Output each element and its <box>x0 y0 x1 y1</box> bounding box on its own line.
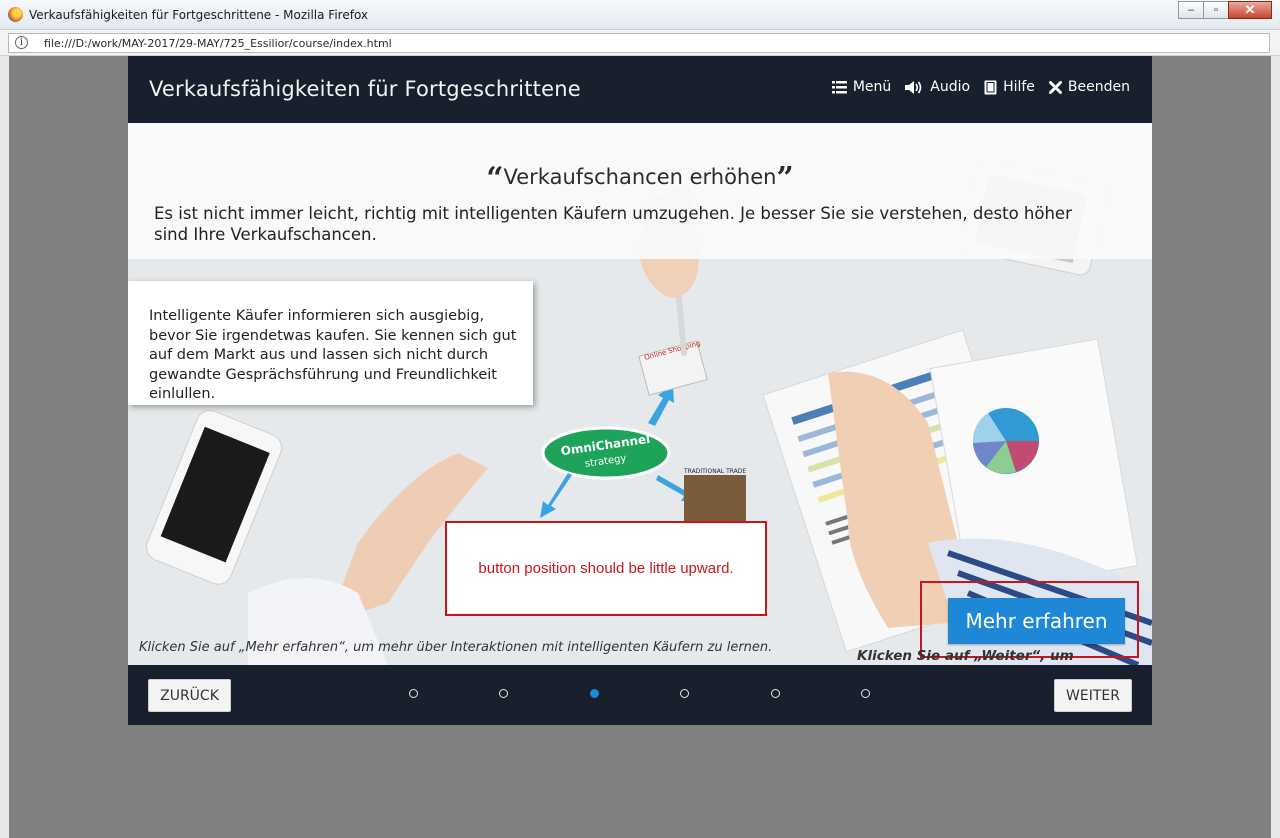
review-annotation: button position should be little upward. <box>445 521 767 616</box>
progress-dot-3-current[interactable] <box>590 689 599 698</box>
address-bar: i file:///D:/work/MAY-2017/29-MAY/725_Es… <box>0 30 1280 56</box>
learn-more-hint: Klicken Sie auf „Mehr erfahren“, um mehr… <box>139 640 773 655</box>
progress-dot-1[interactable] <box>409 689 418 698</box>
course-footer: ZURÜCK WEITER <box>128 665 1152 725</box>
help-button[interactable]: Hilfe <box>984 79 1035 95</box>
url-field[interactable]: i file:///D:/work/MAY-2017/29-MAY/725_Es… <box>8 33 1270 53</box>
window-titlebar: Verkaufsfähigkeiten für Fortgeschrittene… <box>0 0 1280 30</box>
heading-panel: “Verkaufschancen erhöhen” Es ist nicht i… <box>128 123 1152 259</box>
menu-button[interactable]: Menü <box>831 79 892 95</box>
progress-dot-4[interactable] <box>680 689 689 698</box>
quote-close: ” <box>776 161 794 196</box>
maximize-button[interactable]: ▫ <box>1203 1 1229 19</box>
slide-heading-text: Verkaufschancen erhöhen <box>503 165 777 189</box>
slide-content: OmniChannel strategy Online Shopping TRA… <box>128 123 1152 665</box>
info-box: Intelligente Käufer informieren sich aus… <box>128 281 533 405</box>
firefox-icon <box>8 7 23 22</box>
book-icon <box>984 80 997 94</box>
course-header: Verkaufsfähigkeiten für Fortgeschrittene… <box>128 56 1152 123</box>
continue-hint: Klicken Sie auf „Weiter“, um fortzufahre… <box>857 648 1074 665</box>
progress-dot-6[interactable] <box>861 689 870 698</box>
slide-heading: “Verkaufschancen erhöhen” <box>128 161 1152 196</box>
close-window-button[interactable]: ✕ <box>1228 1 1272 19</box>
course-title: Verkaufsfähigkeiten für Fortgeschrittene <box>149 77 581 101</box>
exit-button[interactable]: Beenden <box>1048 79 1130 95</box>
info-box-text: Intelligente Käufer informieren sich aus… <box>149 308 517 402</box>
top-nav: Menü Audio Hilfe Beenden <box>831 79 1130 95</box>
exit-label: Beenden <box>1067 79 1130 95</box>
back-button[interactable]: ZURÜCK <box>148 679 231 712</box>
learn-more-button[interactable]: Mehr erfahren <box>948 598 1125 644</box>
info-icon[interactable]: i <box>15 36 28 49</box>
url-text[interactable]: file:///D:/work/MAY-2017/29-MAY/725_Essi… <box>44 37 392 50</box>
speaker-icon <box>905 80 922 94</box>
audio-label: Audio <box>930 79 971 95</box>
menu-list-icon <box>831 80 847 93</box>
quote-open: “ <box>486 161 504 196</box>
next-button[interactable]: WEITER <box>1054 679 1132 712</box>
audio-button[interactable]: Audio <box>905 79 970 95</box>
traditional-trade-label: TRADITIONAL TRADE <box>683 468 746 475</box>
course-player: Verkaufsfähigkeiten für Fortgeschrittene… <box>128 56 1152 725</box>
window-title: Verkaufsfähigkeiten für Fortgeschrittene… <box>29 8 369 22</box>
help-label: Hilfe <box>1003 79 1035 95</box>
window-border-left <box>0 56 9 838</box>
menu-label: Menü <box>852 79 892 95</box>
minimize-button[interactable]: – <box>1178 1 1204 19</box>
review-annotation-text: button position should be little upward. <box>478 560 734 577</box>
window-border-right <box>1271 56 1280 838</box>
window-controls: – ▫ ✕ <box>1178 1 1272 19</box>
progress-dot-5[interactable] <box>771 689 780 698</box>
slide-intro-text: Es ist nicht immer leicht, richtig mit i… <box>154 204 1072 244</box>
progress-dot-2[interactable] <box>499 689 508 698</box>
close-icon <box>1048 80 1062 94</box>
